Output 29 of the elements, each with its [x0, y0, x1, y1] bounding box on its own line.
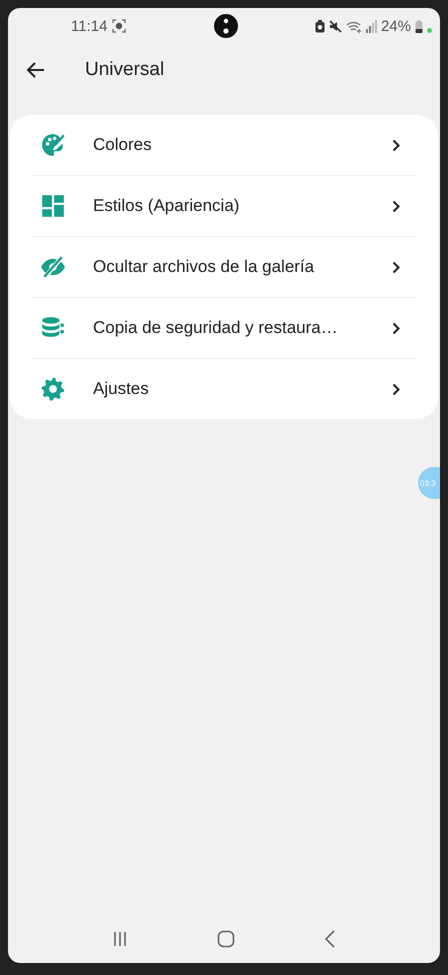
chevron-right-icon — [392, 200, 400, 212]
recents-icon — [112, 931, 128, 947]
eye-slash-icon — [40, 254, 66, 280]
chevron-right-icon — [392, 260, 400, 274]
dashboard-icon — [40, 193, 66, 219]
alarm-icon — [314, 20, 325, 32]
back-arrow-icon — [26, 60, 46, 80]
menu-item[interactable]: Copia de seguridad y restaura… — [32, 297, 416, 358]
chevron-right-icon — [392, 138, 400, 152]
menu-item[interactable]: Ajustes — [32, 358, 416, 419]
signal-icon — [366, 20, 377, 32]
menu-item[interactable]: Estilos (Apariencia) — [32, 175, 416, 236]
home-icon — [216, 930, 235, 948]
back-chevron-icon — [324, 930, 336, 948]
menu-item[interactable]: Colores — [32, 115, 416, 175]
wifi-icon — [346, 20, 362, 32]
palette-icon — [40, 132, 66, 158]
clock-time: 11:14 — [71, 18, 108, 34]
settings-icon — [40, 376, 66, 402]
screen-title: Universal — [85, 59, 164, 81]
battery-icon — [415, 20, 423, 32]
screen-record-icon — [112, 19, 126, 33]
mute-icon — [328, 20, 342, 32]
chevron-right-icon — [392, 382, 400, 396]
battery-percent: 24% — [380, 18, 411, 34]
chevron-right-icon — [392, 322, 400, 334]
privacy-dot-icon — [427, 28, 432, 32]
menu-item[interactable]: Ocultar archivos de la galería — [32, 236, 416, 297]
camera-cutout-icon — [214, 14, 238, 38]
